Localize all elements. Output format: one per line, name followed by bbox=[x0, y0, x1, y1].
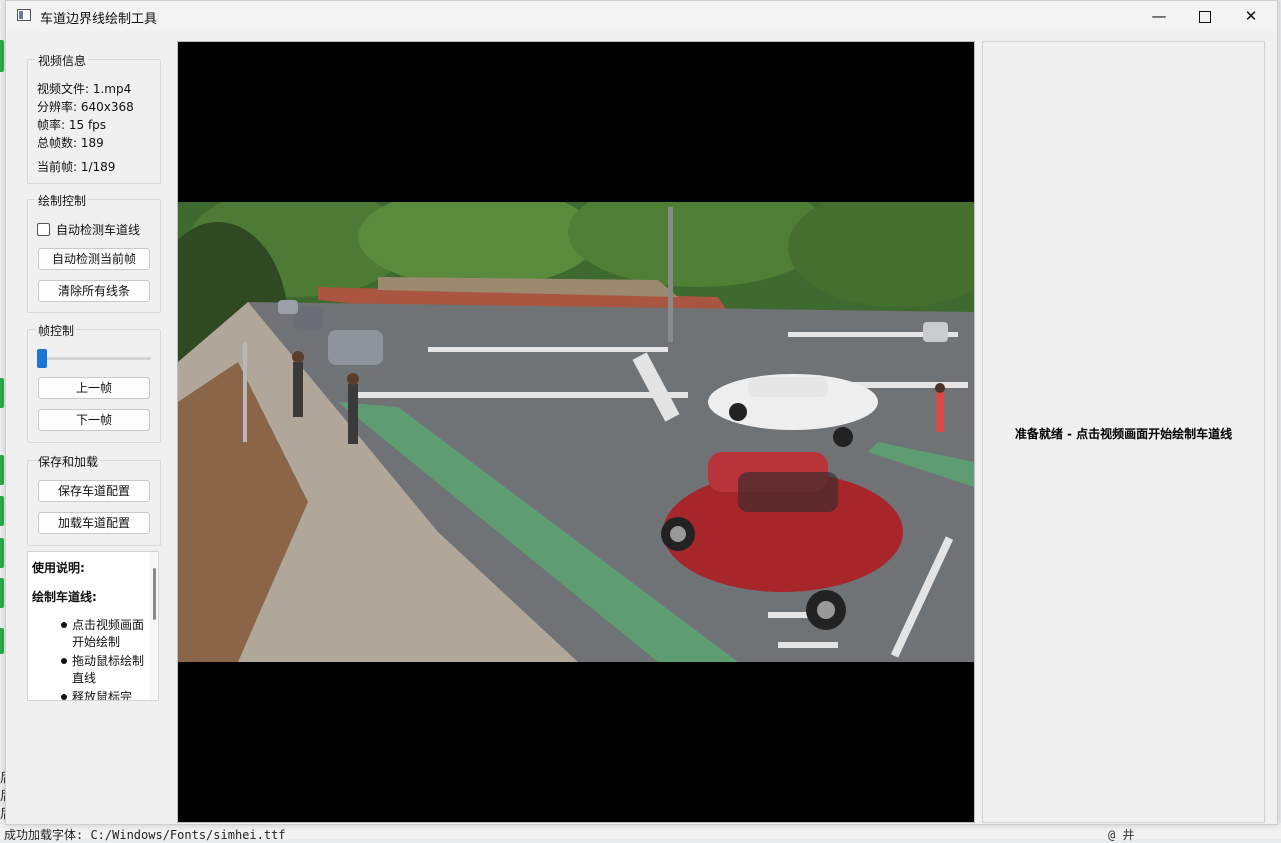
bullet bbox=[61, 622, 67, 628]
background-green-marker bbox=[0, 578, 4, 608]
instruction-item: 点击视频画面开始绘制 bbox=[72, 618, 145, 649]
window-title: 车道边界线绘制工具 bbox=[40, 12, 158, 27]
group-title: 帧控制 bbox=[36, 322, 77, 339]
maximize-icon bbox=[1199, 10, 1211, 23]
background-console: 成功加载字体: C:/Windows/Fonts/simhei.ttf @ 井 bbox=[0, 823, 1281, 842]
status-message: 准备就绪 - 点击视频画面开始绘制车道线 bbox=[1014, 427, 1233, 441]
frame-slider-handle[interactable] bbox=[37, 349, 47, 368]
total-frames-label: 总帧数: 189 bbox=[37, 136, 104, 150]
video-file-label: 视频文件: 1.mp4 bbox=[37, 82, 132, 96]
instructions-section: 绘制车道线: bbox=[32, 590, 97, 604]
fps-label: 帧率: 15 fps bbox=[37, 118, 107, 132]
checkbox-box[interactable] bbox=[37, 223, 50, 236]
background-green-marker bbox=[0, 628, 4, 654]
status-panel: 准备就绪 - 点击视频画面开始绘制车道线 bbox=[982, 41, 1265, 823]
title-bar: 车道边界线绘制工具 — ✕ bbox=[6, 1, 1277, 31]
background-green-marker bbox=[0, 496, 4, 526]
minimize-button[interactable]: — bbox=[1136, 1, 1182, 31]
draw-control-group: 绘制控制 自动检测车道线 自动检测当前帧 清除所有线条 bbox=[27, 192, 161, 313]
save-load-group: 保存和加载 保存车道配置 加载车道配置 bbox=[27, 453, 161, 546]
group-title: 保存和加载 bbox=[36, 453, 101, 470]
maximize-button[interactable] bbox=[1182, 1, 1228, 31]
group-title: 视频信息 bbox=[36, 52, 89, 69]
console-message: 成功加载字体: C:/Windows/Fonts/simhei.ttf bbox=[4, 828, 286, 842]
current-frame-label: 当前帧: 1/189 bbox=[37, 160, 116, 174]
video-canvas[interactable] bbox=[177, 41, 975, 823]
background-green-marker bbox=[0, 538, 4, 568]
instructions-scrollbar-thumb[interactable] bbox=[153, 568, 156, 620]
app-icon bbox=[17, 9, 31, 21]
video-frame-image[interactable] bbox=[178, 202, 974, 662]
bullet bbox=[61, 658, 67, 664]
close-button[interactable]: ✕ bbox=[1228, 1, 1274, 31]
next-frame-button[interactable]: 下一帧 bbox=[38, 409, 150, 431]
auto-detect-label: 自动检测车道线 bbox=[56, 223, 141, 237]
background-green-marker bbox=[0, 455, 4, 485]
video-info-group: 视频信息 视频文件: 1.mp4 分辨率: 640x368 帧率: 15 fps… bbox=[27, 52, 161, 184]
group-title: 绘制控制 bbox=[36, 192, 89, 209]
instruction-item: 释放鼠标完 bbox=[72, 690, 133, 701]
clear-lines-button[interactable]: 清除所有线条 bbox=[38, 280, 150, 302]
frame-slider[interactable] bbox=[38, 357, 151, 360]
resolution-label: 分辨率: 640x368 bbox=[37, 100, 134, 114]
auto-detect-frame-button[interactable]: 自动检测当前帧 bbox=[38, 248, 150, 270]
load-config-button[interactable]: 加载车道配置 bbox=[38, 512, 150, 534]
bullet bbox=[61, 694, 67, 700]
prev-frame-button[interactable]: 上一帧 bbox=[38, 377, 150, 399]
frame-control-group: 帧控制 上一帧 下一帧 bbox=[27, 322, 161, 443]
instruction-item: 拖动鼠标绘制直线 bbox=[72, 654, 145, 685]
auto-detect-checkbox[interactable]: 自动检测车道线 bbox=[37, 221, 140, 238]
background-green-marker bbox=[0, 378, 4, 408]
instructions-title: 使用说明: bbox=[32, 561, 85, 575]
background-taskbar-chars: @ 井 bbox=[1108, 828, 1135, 842]
background-green-marker bbox=[0, 40, 4, 72]
main-window: 车道边界线绘制工具 — ✕ 视频信息 视频文件: 1.mp4 分辨率: 640x… bbox=[5, 0, 1278, 825]
save-config-button[interactable]: 保存车道配置 bbox=[38, 480, 150, 502]
instructions-panel[interactable]: 使用说明: 绘制车道线: 点击视频画面开始绘制 拖动鼠标绘制直线 释放鼠标完 bbox=[27, 551, 159, 701]
